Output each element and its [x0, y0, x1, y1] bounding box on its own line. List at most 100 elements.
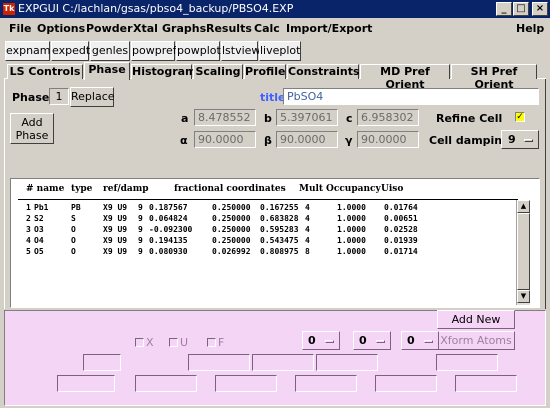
refine-f-checkbox[interactable]: F: [207, 336, 224, 349]
lstview-button[interactable]: lstview: [221, 41, 260, 61]
atom-cell-type: O: [71, 247, 76, 256]
header-separator: [18, 199, 518, 200]
col-header-uiso: Uiso: [381, 184, 404, 194]
atom-cell-y: 0.026992: [212, 247, 251, 256]
atom-cell-damp: 9: [138, 203, 143, 212]
tab-md-pref-orient[interactable]: MD Pref Orient: [360, 64, 450, 91]
atom-cell-damp: 9: [138, 236, 143, 245]
beta-label: β: [264, 134, 272, 147]
atom-edit-field[interactable]: [252, 354, 314, 371]
atom-cell-mult: 4: [305, 225, 310, 234]
col-header-mult: Mult: [299, 184, 324, 194]
atom-edit-field[interactable]: [57, 375, 115, 392]
col-header-type: type: [71, 184, 93, 194]
b-field[interactable]: 5.397061: [276, 109, 338, 126]
atom-edit-field[interactable]: [135, 375, 197, 392]
c-field[interactable]: 6.958302: [357, 109, 419, 126]
atom-cell-n: 3: [26, 225, 31, 234]
powplot-button[interactable]: powplot: [176, 41, 221, 61]
beta-field[interactable]: 90.0000: [276, 131, 338, 148]
menu-graphs[interactable]: Graphs: [162, 22, 206, 35]
xform-atoms-button[interactable]: Xform Atoms: [437, 331, 515, 350]
atom-cell-type: O: [71, 225, 76, 234]
atom-cell-damp: 9: [138, 225, 143, 234]
close-button[interactable]: ×: [532, 2, 548, 16]
refine-cell-checkbox[interactable]: ✓: [515, 112, 525, 122]
atom-list-scrollbar[interactable]: ▲ ▼: [516, 200, 530, 305]
b-label: b: [264, 112, 272, 125]
cell-damping-menu[interactable]: 9: [501, 130, 539, 149]
title-field[interactable]: PbSO4: [283, 88, 539, 105]
add-phase-button[interactable]: Add Phase: [10, 113, 54, 144]
replace-button[interactable]: Replace: [70, 87, 115, 107]
tab-sh-pref-orient[interactable]: SH Pref Orient: [451, 64, 537, 91]
tab-ls-controls[interactable]: LS Controls: [7, 64, 83, 79]
atom-edit-field[interactable]: [316, 354, 378, 371]
atom-cell-n: 5: [26, 247, 31, 256]
expedt-button[interactable]: expedt: [51, 41, 90, 61]
scroll-down-arrow-icon[interactable]: ▼: [517, 290, 530, 303]
refine-x-checkbox[interactable]: X: [135, 336, 154, 349]
menu-calc[interactable]: Calc: [254, 22, 280, 35]
cell-damping-value: 9: [508, 133, 516, 146]
atom-edit-field[interactable]: [188, 354, 250, 371]
liveplot-button[interactable]: liveplot: [259, 41, 301, 61]
genles-button[interactable]: genles: [90, 41, 130, 61]
atom-cell-y: 0.250000: [212, 203, 251, 212]
menu-file[interactable]: File: [9, 22, 32, 35]
atom-cell-uiso: 0.01714: [384, 247, 418, 256]
checkbox-box-icon: [135, 338, 144, 347]
atom-cell-occ: 1.0000: [337, 203, 366, 212]
atom-cell-x: 0.187567: [149, 203, 188, 212]
maximize-button[interactable]: □: [513, 2, 529, 16]
scroll-thumb[interactable]: [517, 213, 530, 290]
menu-xtal[interactable]: Xtal: [133, 22, 158, 35]
atom-cell-type: PB: [71, 203, 81, 212]
atom-cell-ref: X9 U9: [103, 214, 128, 223]
scroll-up-arrow-icon[interactable]: ▲: [517, 200, 530, 213]
add-new-atoms-button[interactable]: Add New Atoms: [437, 310, 515, 343]
atom-edit-field[interactable]: [455, 375, 517, 392]
menu-powder[interactable]: Powder: [86, 22, 133, 35]
a-field[interactable]: 8.478552: [194, 109, 256, 126]
gamma-field[interactable]: 90.0000: [357, 131, 419, 148]
add-phase-label-1: Add: [21, 116, 43, 129]
refine-f-label: F: [218, 336, 225, 349]
menu-options[interactable]: Options: [37, 22, 85, 35]
tab-constraints[interactable]: Constraints: [287, 64, 360, 79]
refine-cell-label: Refine Cell: [436, 112, 503, 125]
window-title: EXPGUI C:/lachlan/gsas/pbso4_backup/PBSO…: [18, 2, 294, 15]
minimize-button[interactable]: _: [496, 2, 512, 16]
alpha-field[interactable]: 90.0000: [194, 131, 256, 148]
tab-phase[interactable]: Phase: [84, 62, 130, 80]
atom-cell-damp: 9: [138, 214, 143, 223]
damp-x-menu[interactable]: 0: [302, 331, 340, 350]
refine-u-label: U: [180, 336, 189, 349]
checkbox-box-icon: [207, 338, 216, 347]
tab-profile[interactable]: Profile: [244, 64, 286, 79]
atom-cell-occ: 1.0000: [337, 236, 366, 245]
tab-histogram[interactable]: Histogram: [131, 64, 197, 79]
dropdown-indicator-icon: [376, 340, 385, 343]
atom-edit-field[interactable]: [375, 375, 437, 392]
a-label: a: [181, 112, 189, 125]
atom-cell-occ: 1.0000: [337, 225, 366, 234]
atom-edit-field[interactable]: [436, 354, 498, 371]
atom-edit-field[interactable]: [295, 375, 357, 392]
damp-u-menu[interactable]: 0: [353, 331, 391, 350]
atom-cell-ref: X9 U9: [103, 247, 128, 256]
refine-u-checkbox[interactable]: U: [169, 336, 188, 349]
atom-edit-field[interactable]: [215, 375, 277, 392]
damp-f-menu[interactable]: 0: [401, 331, 439, 350]
phase-number-field[interactable]: 1: [49, 88, 69, 105]
menu-import-export[interactable]: Import/Export: [286, 22, 372, 35]
atom-edit-field[interactable]: [83, 354, 121, 371]
atom-cell-uiso: 0.01939: [384, 236, 418, 245]
tab-scaling[interactable]: Scaling: [193, 64, 243, 79]
atom-cell-mult: 4: [305, 236, 310, 245]
powpref-button[interactable]: powpref: [131, 41, 177, 61]
menu-help[interactable]: Help: [516, 22, 544, 35]
menu-results[interactable]: Results: [206, 22, 252, 35]
atom-cell-occ: 1.0000: [337, 247, 366, 256]
expnam-button[interactable]: expnam: [5, 41, 51, 61]
